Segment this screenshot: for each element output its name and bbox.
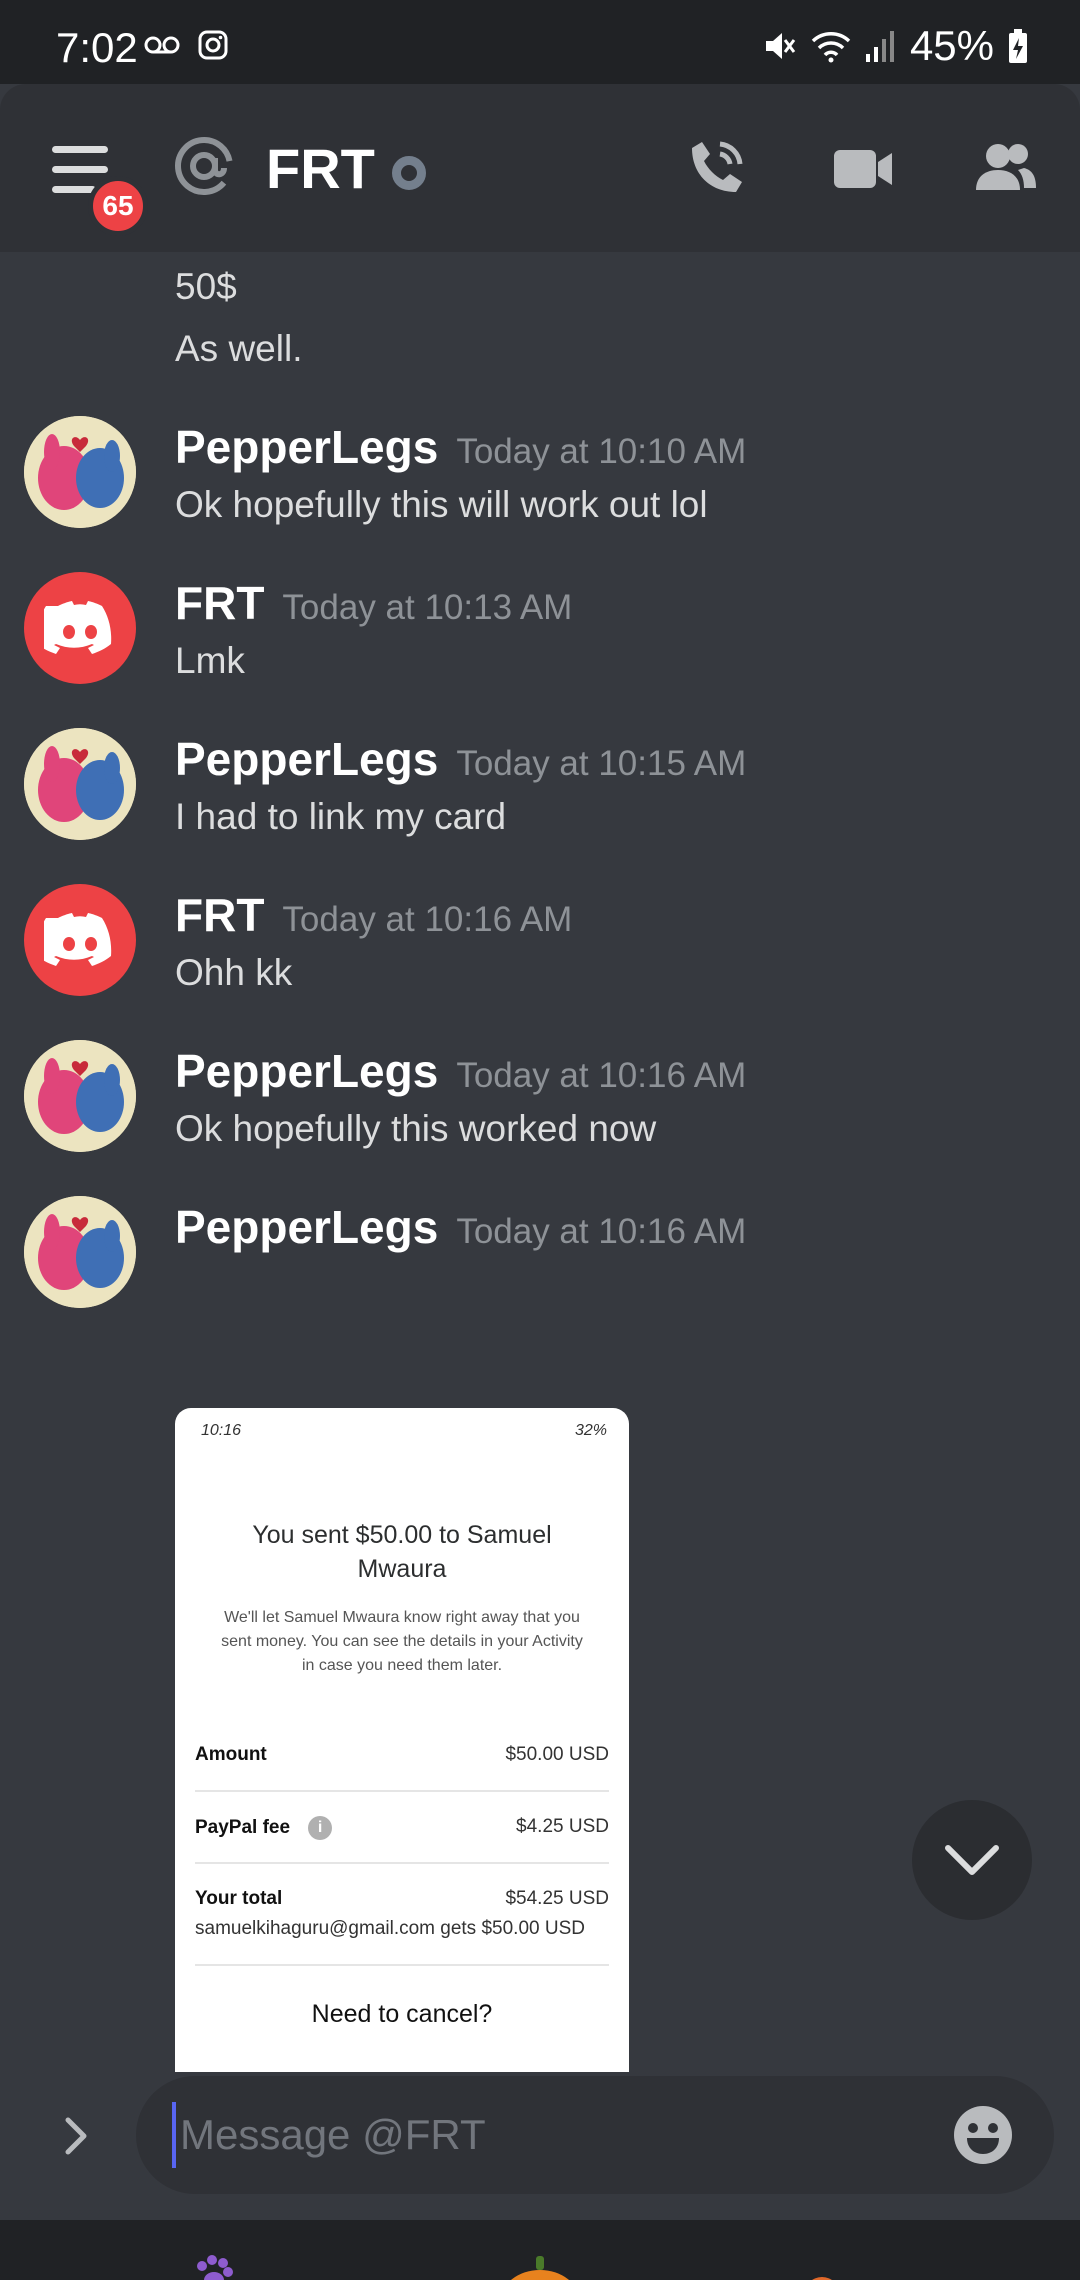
avatar[interactable] [24, 416, 136, 528]
info-icon: i [308, 1816, 333, 1840]
message-timestamp: Today at 10:16 AM [282, 900, 573, 939]
message-text: As well. [175, 328, 303, 369]
attachment-status-battery: 32% [574, 1422, 607, 1439]
mute-icon [765, 33, 796, 59]
instagram-icon [198, 30, 228, 60]
avatar[interactable] [24, 884, 136, 996]
message-item[interactable]: FRT Today at 10:16 AM Ohh kk [0, 884, 1080, 1024]
attachment-description: We'll let Samuel Mwaura know right away … [221, 1609, 583, 1674]
channel-title: FRT [266, 137, 375, 200]
at-icon [175, 137, 233, 195]
signal-icon [865, 31, 894, 62]
member-list-icon[interactable] [970, 134, 1040, 204]
avatar[interactable] [24, 572, 136, 684]
attachment-status-time: 10:16 [201, 1422, 242, 1439]
status-bar: 7:02 45% [0, 0, 1080, 84]
avatar[interactable] [24, 728, 136, 840]
app-shell: 65 FRT 50$ As well. PepperLegs Today at 1… [0, 84, 1080, 2280]
message-author[interactable]: PepperLegs Today at 10:16 AM [175, 1044, 746, 1098]
message-item[interactable]: PepperLegs Today at 10:15 AM I had to lin… [0, 728, 1080, 868]
discord-logo-icon [44, 913, 112, 966]
image-attachment[interactable]: 10:16 32% You sent $50.00 to Samuel Mwau… [175, 1408, 629, 2072]
message-item[interactable]: PepperLegs Today at 10:16 AM Ok hopefully… [0, 1040, 1080, 1180]
attachment-row-amount: Amount $50.00 USD [195, 1720, 609, 1792]
wifi-icon [811, 32, 851, 63]
unread-badge: 65 [88, 176, 148, 236]
attachment-cancel-text: Need to cancel? [311, 2000, 493, 2028]
message-timestamp: Today at 10:16 AM [456, 1056, 747, 1095]
message-item[interactable]: FRT Today at 10:13 AM Lmk [0, 572, 1080, 712]
status-left-icons [144, 30, 228, 60]
message-text: Ok hopefully this worked now [175, 1108, 657, 1149]
avatar[interactable] [24, 1196, 136, 1308]
battery-percent: 45% [909, 22, 994, 69]
message-timestamp: Today at 10:15 AM [456, 744, 747, 783]
message-item[interactable]: PepperLegs Today at 10:16 AM [0, 1196, 1080, 1336]
message-composer [136, 2076, 1054, 2194]
message-timestamp: Today at 10:10 AM [456, 432, 747, 471]
message-author[interactable]: PepperLegs Today at 10:10 AM [175, 420, 746, 474]
channel-header: 65 FRT [0, 84, 1080, 252]
video-call-icon[interactable] [828, 134, 898, 204]
avatar[interactable] [24, 1040, 136, 1152]
lollipop-icon[interactable] [800, 2250, 890, 2280]
attachment-row-total: Your total $54.25 USD samuelkihaguru@gma… [195, 1864, 609, 1966]
voice-call-icon[interactable] [680, 134, 750, 204]
battery-charging-icon [1009, 29, 1027, 63]
message-timestamp: Today at 10:13 AM [282, 588, 573, 627]
message-text: Ohh kk [175, 952, 293, 993]
message-text: 50$ [175, 266, 237, 307]
chevron-down-icon [945, 1845, 999, 1875]
paw-prints-icon[interactable] [190, 2250, 280, 2280]
message-input[interactable] [172, 2102, 942, 2168]
bottom-nav [0, 2220, 1080, 2280]
jump-to-bottom-button[interactable] [912, 1800, 1032, 1920]
message-text: Lmk [175, 640, 245, 681]
voicemail-icon [144, 36, 180, 54]
message-list[interactable]: 50$ As well. PepperLegs Today at 10:10 AM… [0, 252, 1080, 2072]
message-text: Ok hopefully this will work out lol [175, 484, 708, 525]
presence-indicator [392, 156, 426, 190]
emoji-icon[interactable] [952, 2104, 1014, 2166]
discord-logo-icon [44, 601, 112, 654]
message-text: I had to link my card [175, 796, 507, 837]
message-author[interactable]: PepperLegs Today at 10:15 AM [175, 732, 746, 786]
message-timestamp: Today at 10:16 AM [456, 1212, 747, 1251]
status-right-icons: 45% [762, 22, 1028, 70]
chevron-right-icon[interactable] [56, 2116, 96, 2156]
attachment-recipient: samuelkihaguru@gmail.com gets $50.00 USD [195, 1918, 585, 1939]
attachment-title: You sent $50.00 to Samuel Mwaura [252, 1521, 552, 1583]
pumpkin-icon[interactable] [495, 2250, 585, 2280]
message-author[interactable]: FRT Today at 10:16 AM [175, 888, 572, 942]
message-author[interactable]: PepperLegs Today at 10:16 AM [175, 1200, 746, 1254]
status-time: 7:02 [56, 24, 138, 71]
message-author[interactable]: FRT Today at 10:13 AM [175, 576, 572, 630]
attachment-row-fee: PayPal fee i $4.25 USD [195, 1792, 609, 1864]
message-item[interactable]: PepperLegs Today at 10:10 AM Ok hopefully… [0, 416, 1080, 556]
